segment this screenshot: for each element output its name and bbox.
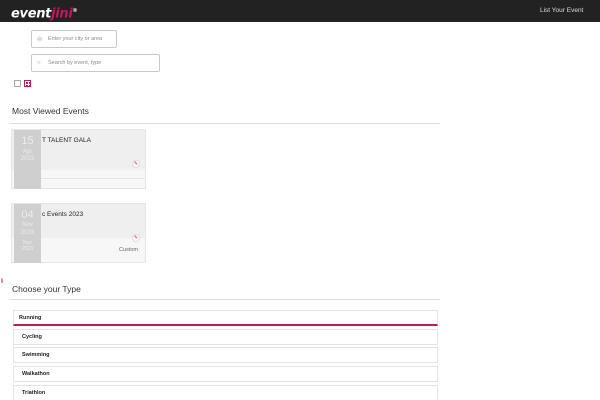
logo-accent-text: jini	[51, 6, 73, 22]
event-year: 2023	[20, 230, 35, 236]
city-search-field[interactable]: ◎	[31, 30, 117, 48]
location-pin-icon: ◎	[37, 36, 43, 43]
section-divider	[10, 123, 440, 124]
type-option-triathlon[interactable]: Triathlon	[13, 385, 438, 400]
side-marker: ǁ	[1, 279, 4, 285]
list-view-icon[interactable]	[14, 80, 21, 87]
event-day: 04	[21, 209, 34, 221]
event-year: 2023	[20, 156, 35, 162]
grid-view-icon[interactable]	[24, 80, 31, 87]
type-option-running[interactable]: Running	[13, 310, 438, 326]
top-navbar: eventjini® List Your Event	[0, 0, 600, 22]
choose-type-heading: Choose your Type	[12, 284, 81, 294]
list-your-event-link[interactable]: List Your Event	[540, 7, 590, 15]
type-option-walkathon[interactable]: Walkathon	[13, 366, 438, 382]
event-name[interactable]: T TALENT GALA	[42, 137, 91, 144]
event-name[interactable]: c Events 2023	[42, 211, 83, 218]
event-card[interactable]: 15 Apr 2023 T TALENT GALA ✎	[11, 129, 146, 189]
section-divider	[10, 299, 440, 300]
event-month: Nov	[22, 222, 33, 228]
event-search-field[interactable]: ○	[31, 54, 160, 72]
eventjini-logo[interactable]: eventjini®	[11, 3, 78, 22]
most-viewed-events-heading: Most Viewed Events	[12, 106, 89, 116]
event-category-tag: Custom	[119, 247, 138, 253]
favorite-icon[interactable]: ✎	[132, 160, 140, 168]
event-day: 15	[21, 135, 34, 147]
type-option-cycling[interactable]: Cycling	[13, 329, 438, 345]
search-icon: ○	[37, 60, 41, 66]
type-option-swimming[interactable]: Swimming	[13, 347, 438, 363]
event-end-date: Nov 2023	[21, 240, 34, 252]
logo-text: event	[11, 6, 52, 22]
city-input[interactable]	[48, 31, 112, 47]
event-card-divider	[41, 178, 145, 179]
logo-registered-mark: ®	[72, 8, 78, 14]
event-card[interactable]: 04 Nov 2023 Nov 2023 c Events 2023 ✎ Cus…	[11, 203, 146, 263]
favorite-icon[interactable]: ✎	[132, 234, 140, 242]
event-search-input[interactable]	[48, 55, 155, 71]
